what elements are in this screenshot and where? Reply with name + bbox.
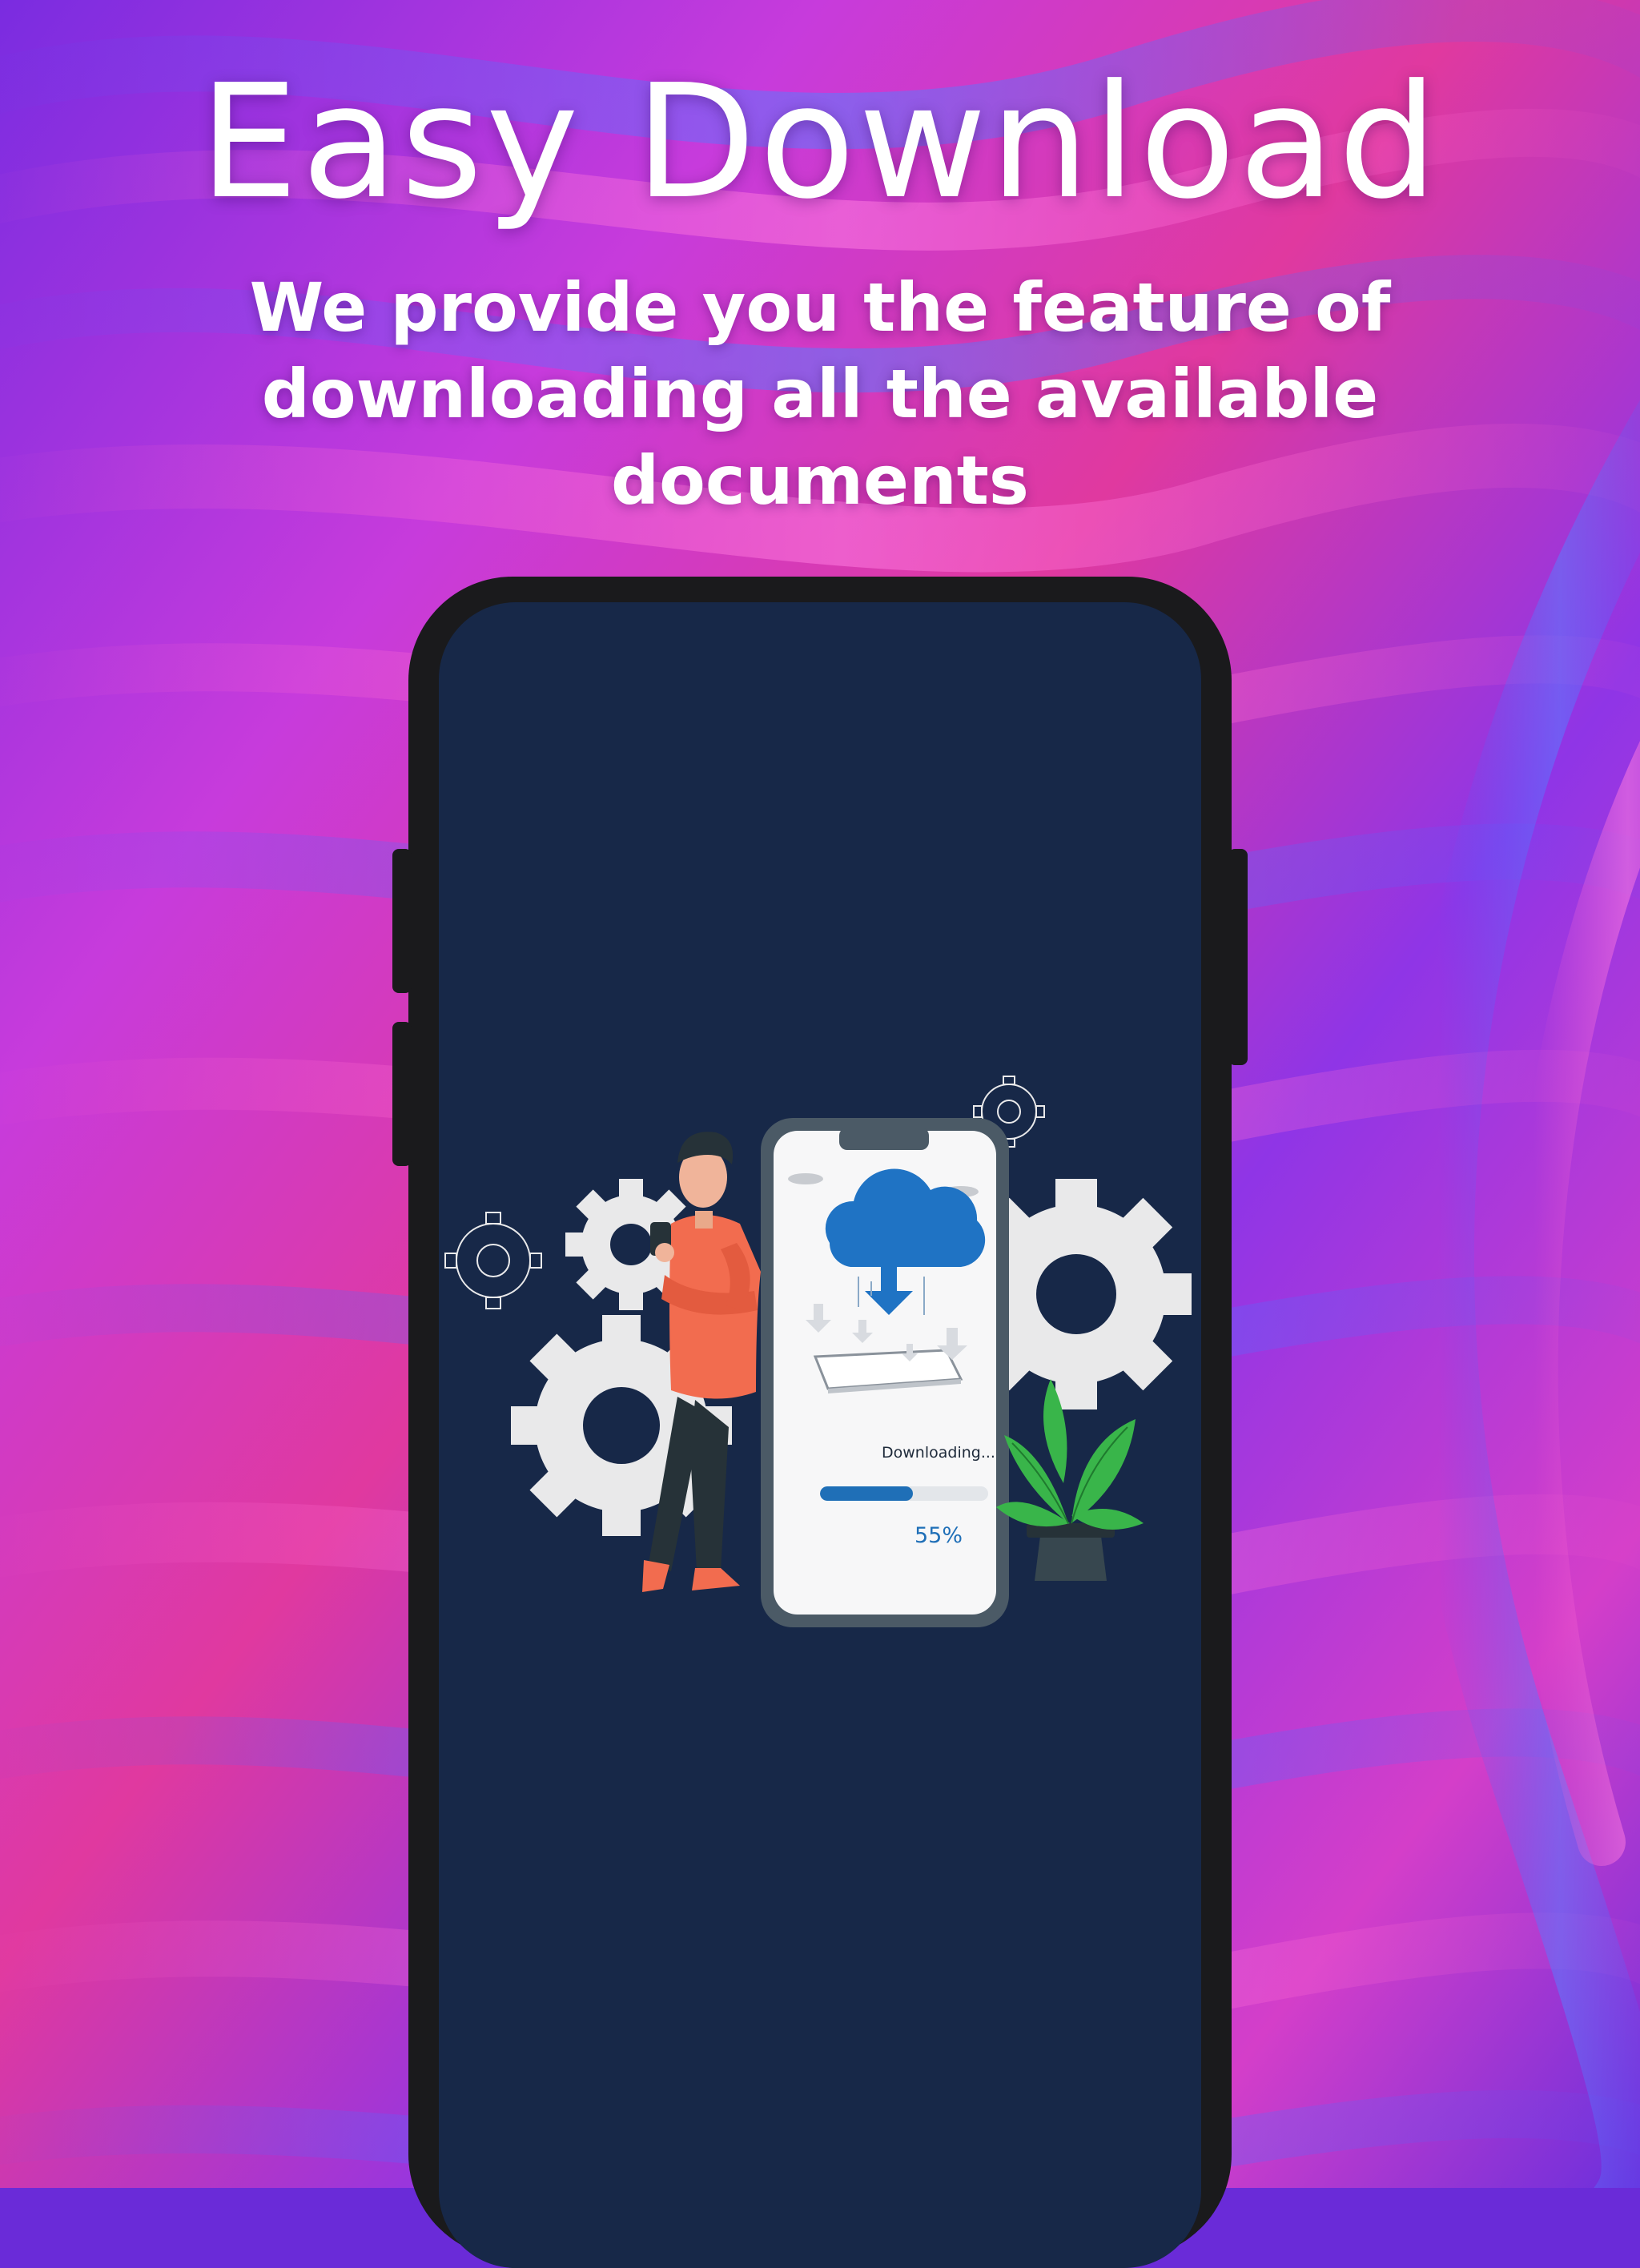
download-progress-bar [820, 1486, 988, 1501]
page-title: Easy Download [199, 51, 1441, 234]
phone-side-button [392, 1022, 412, 1166]
gear-icon [444, 1212, 542, 1309]
phone-side-button [392, 849, 412, 993]
phone-mockup: Downloading... 55% [392, 577, 1248, 2268]
page-subtitle: We provide you the feature of downloadin… [249, 268, 1391, 520]
phone-screen: Downloading... 55% [439, 602, 1201, 2268]
download-illustration [444, 1076, 1192, 1627]
download-status-text: Downloading... [882, 1444, 995, 1462]
download-progress-percent: 55% [914, 1523, 963, 1548]
download-progress-fill [820, 1486, 913, 1501]
phone-power-button [1228, 849, 1248, 1065]
